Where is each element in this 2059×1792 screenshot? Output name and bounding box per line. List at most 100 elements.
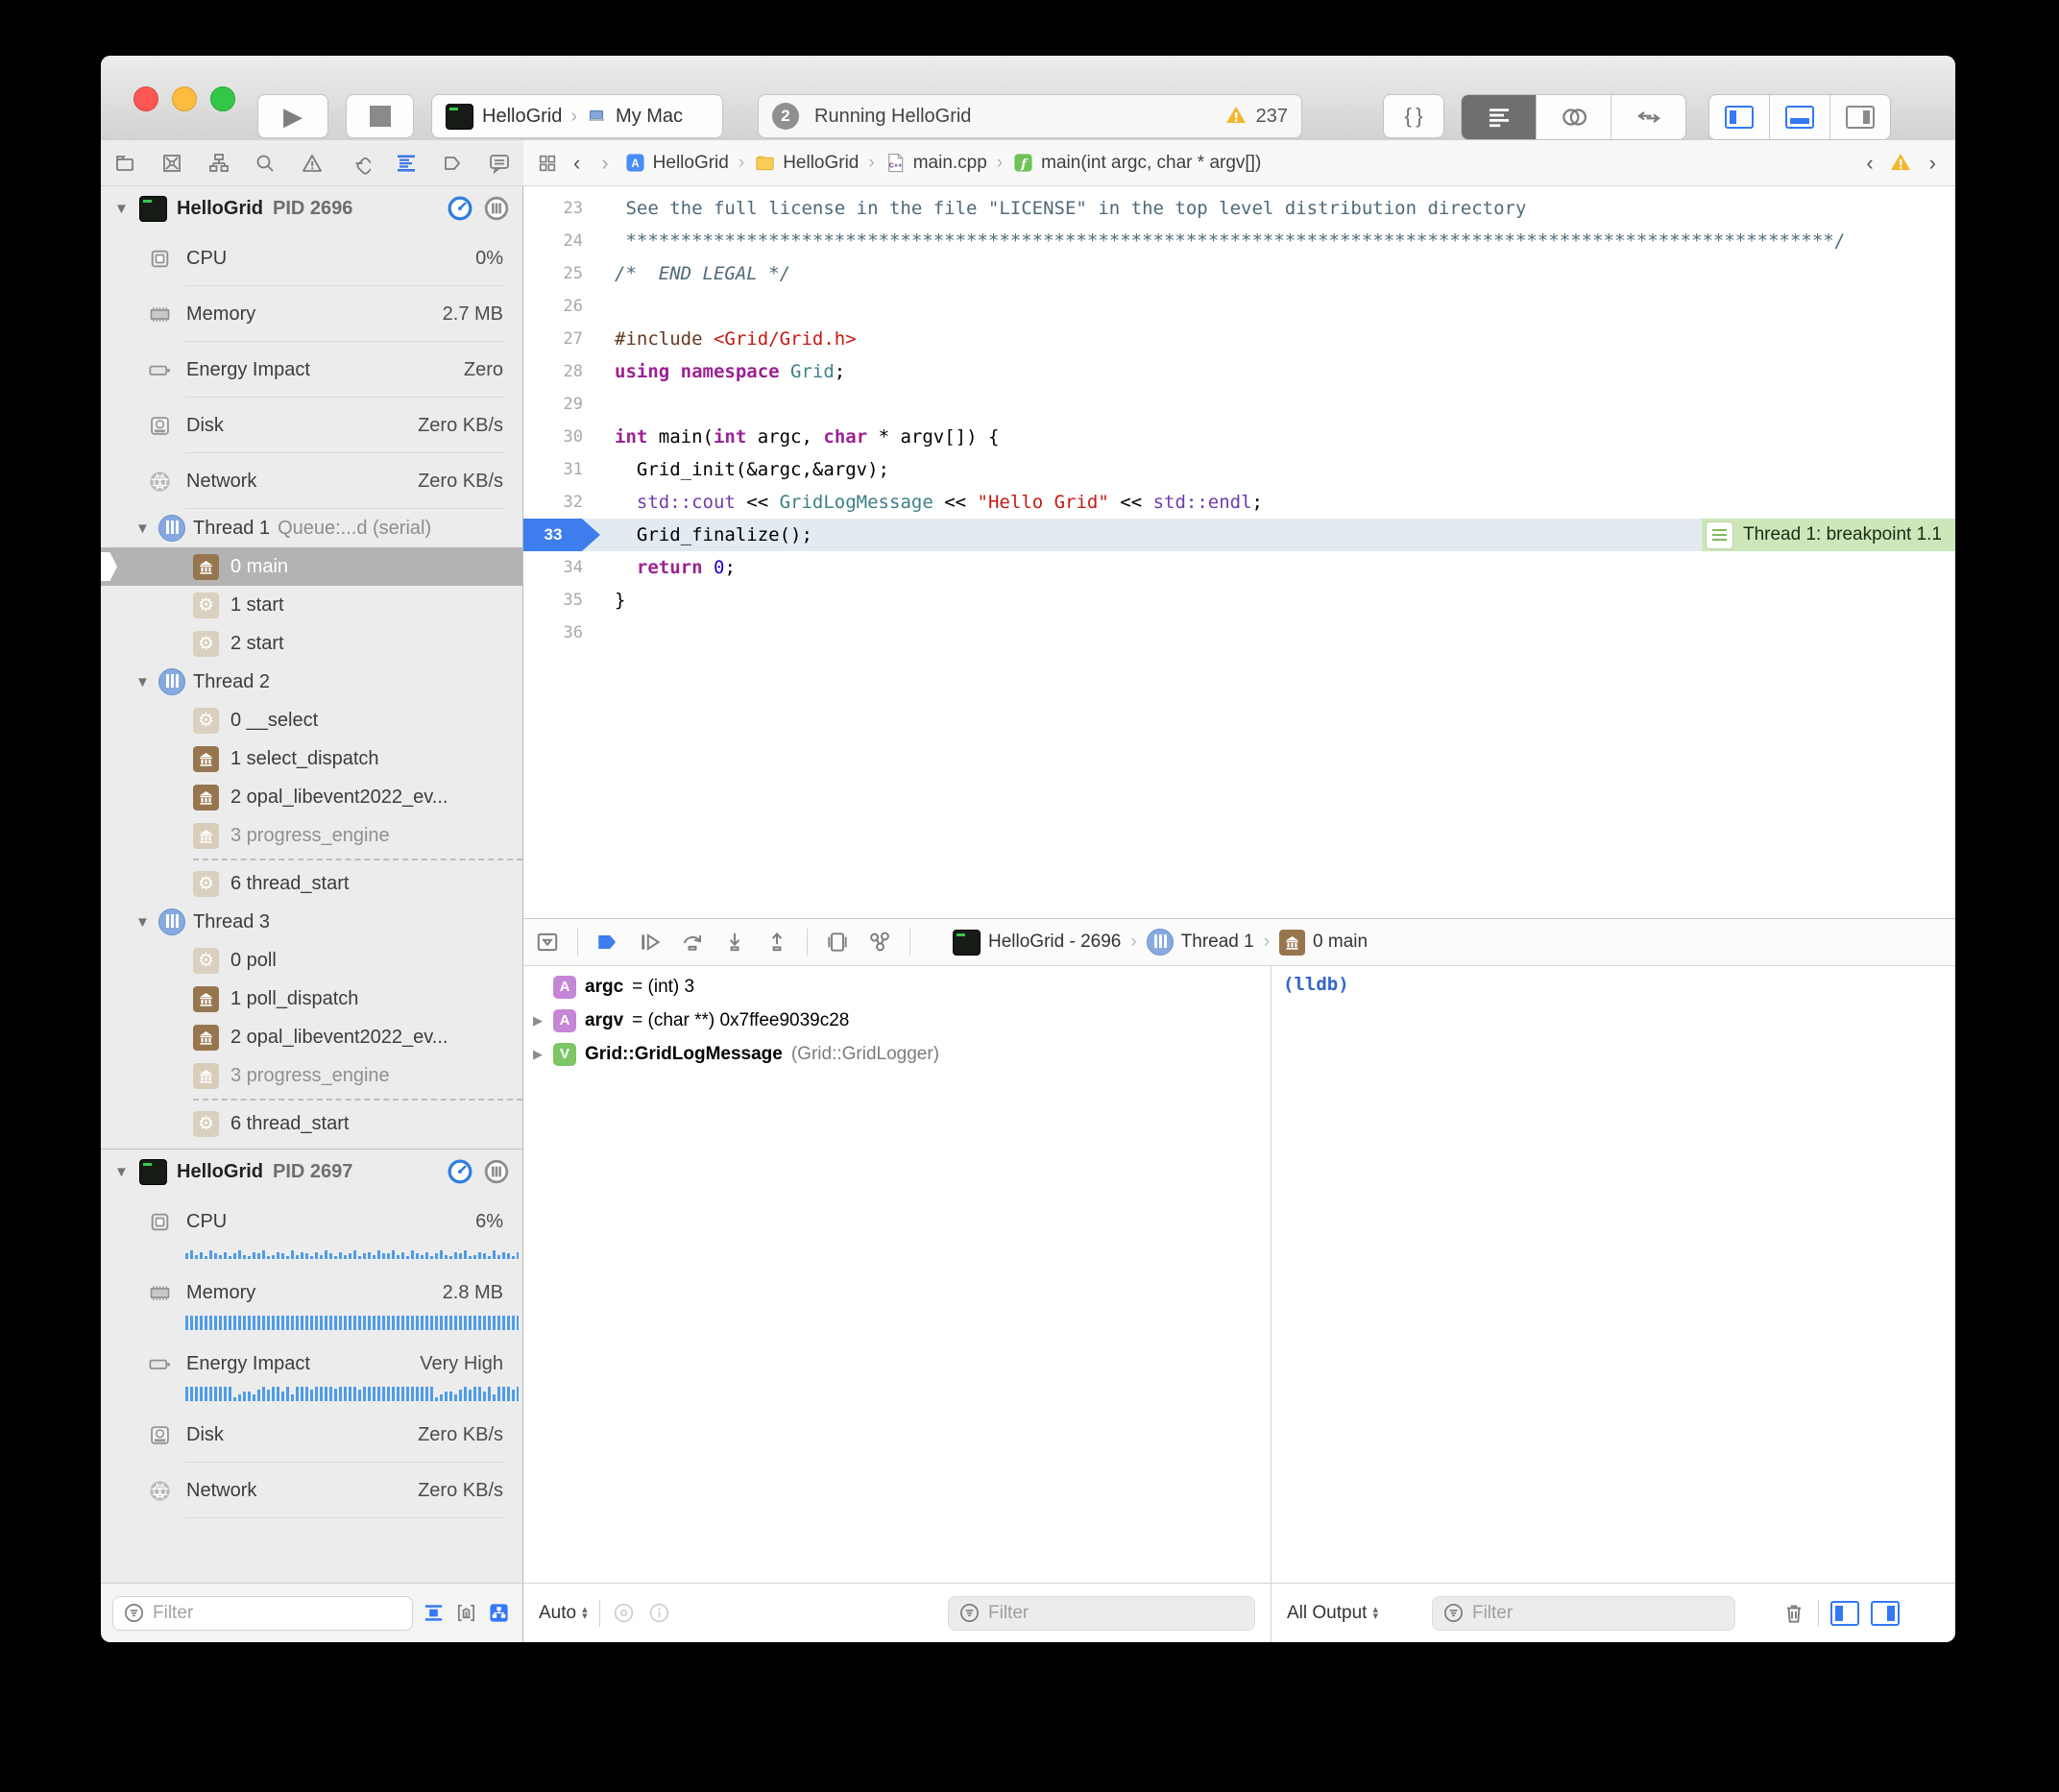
- show-running-blocks-toggle[interactable]: [486, 1601, 511, 1626]
- breadcrumb-item[interactable]: Thread 1: [1147, 929, 1254, 956]
- inspector-panel-toggle[interactable]: [1830, 95, 1890, 139]
- source-editor[interactable]: 23 See the full license in the file "LIC…: [523, 186, 1955, 924]
- disclosure-triangle-icon[interactable]: ▶: [531, 1013, 545, 1029]
- step-out-button[interactable]: [764, 930, 789, 955]
- issue-navigator-icon[interactable]: [300, 151, 325, 176]
- step-into-button[interactable]: [722, 930, 747, 955]
- breadcrumb-item[interactable]: 0 main: [1279, 930, 1368, 956]
- variables-view[interactable]: Aargc= (int) 3▶Aargv= (char **) 0x7ffee9…: [523, 966, 1272, 1583]
- code-line[interactable]: 31 Grid_init(&argc,&argv);: [523, 453, 1955, 486]
- stop-button[interactable]: [346, 94, 414, 138]
- code-line[interactable]: 34 return 0;: [523, 551, 1955, 584]
- quicklook-icon[interactable]: [612, 1601, 636, 1625]
- breadcrumb-item[interactable]: C++main.cpp: [884, 152, 987, 174]
- disclosure-triangle-icon[interactable]: ▼: [114, 201, 130, 217]
- breakpoint-badge[interactable]: 33: [523, 519, 600, 551]
- stack-frame-row[interactable]: ⚙0 poll: [101, 941, 522, 980]
- source-control-navigator-icon[interactable]: [159, 151, 184, 176]
- navigator-panel-toggle[interactable]: [1709, 95, 1770, 139]
- stack-frame-row[interactable]: ⚙1 start: [101, 586, 522, 624]
- console-view[interactable]: (lldb): [1272, 966, 1955, 1583]
- code-line[interactable]: 23 See the full license in the file "LIC…: [523, 192, 1955, 225]
- show-console-toggle[interactable]: [1871, 1601, 1900, 1626]
- disclosure-triangle-icon[interactable]: ▼: [135, 521, 151, 537]
- process-row[interactable]: ▼HelloGridPID 2697: [101, 1150, 522, 1194]
- line-number[interactable]: 29: [523, 388, 583, 421]
- console-filter-field[interactable]: Filter: [1432, 1596, 1735, 1631]
- project-navigator-icon[interactable]: [112, 151, 137, 176]
- minimize-window-button[interactable]: [172, 86, 197, 111]
- gauge-row-disk[interactable]: DiskZero KB/s: [101, 1407, 522, 1463]
- variable-row[interactable]: ▶VGrid::GridLogMessage(Grid::GridLogger): [523, 1037, 1271, 1071]
- line-number[interactable]: 36: [523, 617, 583, 649]
- print-description-icon[interactable]: [647, 1601, 671, 1625]
- line-number[interactable]: 32: [523, 486, 583, 519]
- forward-button[interactable]: ›: [595, 151, 614, 176]
- run-button[interactable]: ▶: [257, 94, 328, 138]
- stack-frame-row[interactable]: 0 main: [101, 547, 522, 586]
- code-line[interactable]: 29: [523, 388, 1955, 421]
- close-window-button[interactable]: [133, 86, 158, 111]
- show-crashed-threads-toggle[interactable]: [421, 1601, 446, 1626]
- code-line[interactable]: 35}: [523, 584, 1955, 617]
- next-issue-button[interactable]: ›: [1924, 151, 1942, 176]
- show-frames-with-source-toggle[interactable]: [453, 1601, 478, 1626]
- gauge-row-energy-impact[interactable]: Energy ImpactVery High: [101, 1336, 522, 1392]
- view-hierarchy-button[interactable]: [825, 930, 850, 955]
- breadcrumb-item[interactable]: fmain(int argc, char * argv[]): [1012, 152, 1261, 174]
- stack-frame-row[interactable]: ⚙6 thread_start: [101, 1104, 522, 1143]
- line-number[interactable]: 28: [523, 355, 583, 388]
- scope-selector[interactable]: Auto ▴▾: [539, 1603, 588, 1624]
- version-editor-button[interactable]: [1611, 95, 1685, 139]
- warning-count[interactable]: 237: [1224, 104, 1288, 129]
- stack-frame-row[interactable]: 3 progress_engine: [101, 1056, 522, 1095]
- gauge-row-network[interactable]: NetworkZero KB/s: [101, 453, 522, 509]
- report-navigator-icon[interactable]: [487, 151, 512, 176]
- navigator-filter-field[interactable]: Filter: [112, 1596, 413, 1631]
- hide-debug-area-button[interactable]: [535, 930, 560, 955]
- line-number[interactable]: 34: [523, 551, 583, 584]
- thread-row[interactable]: ▼Thread 2: [101, 663, 522, 701]
- stack-frame-row[interactable]: 1 poll_dispatch: [101, 980, 522, 1018]
- debug-panel-toggle[interactable]: [1770, 95, 1830, 139]
- line-number[interactable]: 23: [523, 192, 583, 225]
- disclosure-triangle-icon[interactable]: ▶: [531, 1047, 545, 1062]
- code-line[interactable]: 32 std::cout << GridLogMessage << "Hello…: [523, 486, 1955, 519]
- pause-process-button[interactable]: [484, 1159, 509, 1184]
- back-button[interactable]: ‹: [568, 151, 586, 176]
- thread-row[interactable]: ▼Thread 1Queue:...d (serial): [101, 509, 522, 547]
- gauge-row-network[interactable]: NetworkZero KB/s: [101, 1463, 522, 1518]
- issue-warning-icon[interactable]: [1889, 151, 1914, 176]
- thread-row[interactable]: ▼Thread 3: [101, 903, 522, 941]
- zoom-window-button[interactable]: [210, 86, 235, 111]
- test-navigator-icon[interactable]: [347, 151, 372, 176]
- breakpoint-annotation[interactable]: Thread 1: breakpoint 1.1: [1702, 519, 1955, 551]
- line-number[interactable]: 30: [523, 421, 583, 453]
- assistant-editor-button[interactable]: [1537, 95, 1611, 139]
- variable-row[interactable]: ▶Aargv= (char **) 0x7ffee9039c28: [523, 1004, 1271, 1037]
- code-line[interactable]: 30int main(int argc, char * argv[]) {: [523, 421, 1955, 453]
- previous-issue-button[interactable]: ‹: [1860, 151, 1878, 176]
- clear-console-button[interactable]: [1781, 1601, 1806, 1626]
- step-over-button[interactable]: [680, 930, 705, 955]
- line-number[interactable]: 25: [523, 257, 583, 290]
- line-number[interactable]: 26: [523, 290, 583, 323]
- stack-frame-row[interactable]: ⚙2 start: [101, 624, 522, 663]
- stack-frame-row[interactable]: 3 progress_engine: [101, 816, 522, 855]
- activity-status-bar[interactable]: 2 Running HelloGrid 237: [758, 94, 1302, 138]
- related-items-icon[interactable]: [537, 153, 558, 174]
- gauge-row-cpu[interactable]: CPU0%: [101, 230, 522, 286]
- code-folding-button[interactable]: { }: [1383, 94, 1444, 138]
- breakpoints-enabled-button[interactable]: [595, 930, 620, 955]
- stack-frame-row[interactable]: ⚙0 __select: [101, 701, 522, 739]
- line-number[interactable]: 24: [523, 225, 583, 257]
- breadcrumb-item[interactable]: HelloGrid - 2696: [953, 930, 1121, 956]
- gauge-row-memory[interactable]: Memory2.7 MB: [101, 286, 522, 342]
- line-number[interactable]: 35: [523, 584, 583, 617]
- standard-editor-button[interactable]: [1462, 95, 1537, 139]
- stack-frame-row[interactable]: ⚙6 thread_start: [101, 864, 522, 903]
- stack-frame-row[interactable]: 1 select_dispatch: [101, 739, 522, 778]
- code-line[interactable]: 25/* END LEGAL */: [523, 257, 1955, 290]
- scheme-selector[interactable]: HelloGrid › My Mac: [431, 94, 723, 138]
- pause-process-button[interactable]: [484, 196, 509, 221]
